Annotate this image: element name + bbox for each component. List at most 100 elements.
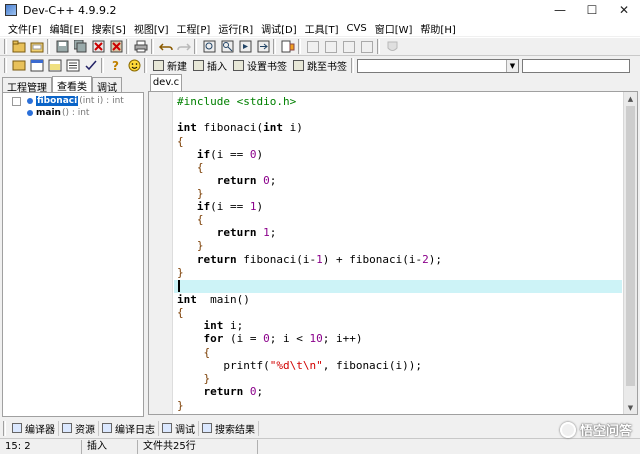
toolbar-separator bbox=[377, 39, 380, 54]
code-line: int i; bbox=[203, 319, 244, 332]
tab-compile-log[interactable]: 编译日志 bbox=[99, 420, 159, 436]
print-icon[interactable] bbox=[133, 39, 150, 55]
rebuild-icon[interactable] bbox=[359, 39, 376, 55]
save-all-icon[interactable] bbox=[72, 39, 89, 55]
line-count: 文件共25行 bbox=[138, 439, 258, 454]
view-icon[interactable] bbox=[29, 58, 46, 74]
debug-icon[interactable] bbox=[384, 39, 401, 55]
close-file-icon[interactable] bbox=[90, 39, 107, 55]
function-combo[interactable] bbox=[522, 58, 630, 73]
goto-bookmark-label: 跳至书签 bbox=[307, 62, 347, 73]
code-line: #include <stdio.h> bbox=[177, 95, 296, 108]
compiler-icon bbox=[12, 423, 22, 433]
new-button-label: 新建 bbox=[167, 62, 187, 73]
layout-icon[interactable] bbox=[47, 58, 64, 74]
goto-bookmark-button[interactable]: 跳至书签 bbox=[290, 58, 350, 74]
redo-icon[interactable] bbox=[176, 39, 193, 55]
insert-button[interactable]: 插入 bbox=[190, 58, 230, 74]
scroll-down-icon[interactable]: ▼ bbox=[624, 401, 637, 414]
menu-file[interactable]: 文件[F] bbox=[4, 21, 46, 36]
editor-tab-dev-c[interactable]: dev.c bbox=[150, 74, 182, 91]
tab-project-manager[interactable]: 工程管理 bbox=[2, 77, 52, 94]
toolbar-separator bbox=[351, 58, 354, 73]
close-project-icon[interactable] bbox=[108, 39, 125, 55]
code-line: } bbox=[177, 399, 184, 412]
goto-bookmark-icon bbox=[293, 60, 304, 71]
find-icon[interactable] bbox=[201, 39, 218, 55]
maximize-button[interactable]: ☐ bbox=[576, 0, 608, 20]
toolbar-grip[interactable] bbox=[4, 39, 7, 54]
menu-run[interactable]: 运行[R] bbox=[214, 21, 257, 36]
insert-mode: 插入 bbox=[82, 439, 138, 454]
watermark-text: 悟空问答 bbox=[579, 424, 632, 439]
toolbar-separator bbox=[273, 39, 276, 54]
compile-log-icon bbox=[102, 423, 112, 433]
code-editor[interactable]: #include <stdio.h> int fibonaci(int i) {… bbox=[148, 91, 638, 415]
tab-search-results[interactable]: 搜索结果 bbox=[199, 420, 259, 436]
main-toolbar bbox=[0, 37, 640, 56]
tab-class-view[interactable]: 查看类 bbox=[52, 76, 92, 93]
code-line: { bbox=[196, 161, 204, 174]
current-line-highlight bbox=[174, 280, 622, 293]
tab-debug[interactable]: 调试 bbox=[92, 77, 122, 94]
code-area[interactable]: #include <stdio.h> int fibonaci(int i) {… bbox=[174, 92, 622, 414]
code-line: return fibonaci(i-1) + fibonaci(i-2); bbox=[196, 253, 442, 266]
menu-edit[interactable]: 编辑[E] bbox=[46, 21, 88, 36]
tab-label: 编译日志 bbox=[115, 424, 155, 436]
compile-icon[interactable] bbox=[305, 39, 322, 55]
find-next-icon[interactable] bbox=[237, 39, 254, 55]
menu-help[interactable]: 帮助[H] bbox=[416, 21, 459, 36]
app-icon bbox=[5, 4, 17, 16]
chevron-down-icon[interactable]: ▼ bbox=[506, 59, 518, 72]
menu-view[interactable]: 视图[V] bbox=[130, 21, 173, 36]
replace-icon[interactable] bbox=[219, 39, 236, 55]
bookmark-icon bbox=[233, 60, 244, 71]
run-icon[interactable] bbox=[323, 39, 340, 55]
menu-project[interactable]: 工程[P] bbox=[173, 21, 215, 36]
vertical-scrollbar[interactable]: ▲ ▼ bbox=[623, 92, 637, 414]
menu-search[interactable]: 搜索[S] bbox=[88, 21, 130, 36]
tab-label: 编译器 bbox=[25, 424, 55, 436]
minimize-button[interactable]: — bbox=[544, 0, 576, 20]
left-panel-tabs: 工程管理 查看类 调试 bbox=[2, 76, 144, 94]
add-to-project-icon[interactable] bbox=[280, 39, 297, 55]
code-line: } bbox=[203, 372, 211, 385]
expand-box-icon[interactable] bbox=[12, 96, 21, 106]
undo-icon[interactable] bbox=[158, 39, 175, 55]
tab-label: 调试 bbox=[175, 424, 195, 436]
tree-node-main[interactable]: main () : int bbox=[12, 108, 89, 118]
toolbar-grip[interactable] bbox=[4, 58, 7, 73]
set-bookmark-button[interactable]: 设置书签 bbox=[230, 58, 290, 74]
check-icon[interactable] bbox=[83, 58, 100, 74]
save-icon[interactable] bbox=[54, 39, 71, 55]
tab-compiler[interactable]: 编译器 bbox=[9, 420, 59, 436]
code-line: return 0; bbox=[216, 174, 277, 187]
open-project-icon[interactable] bbox=[11, 39, 28, 55]
menu-window[interactable]: 窗口[W] bbox=[371, 21, 417, 36]
help-icon[interactable]: ? bbox=[108, 58, 125, 74]
class-browser: fibonaci (int i) : int main () : int bbox=[2, 92, 144, 417]
code-line: if(i == 0) bbox=[196, 148, 264, 161]
about-icon[interactable] bbox=[126, 58, 143, 74]
toolbar-grip[interactable] bbox=[3, 420, 6, 436]
scrollbar-thumb[interactable] bbox=[626, 106, 635, 386]
project-options-icon[interactable] bbox=[11, 58, 28, 74]
tab-resources[interactable]: 资源 bbox=[59, 420, 99, 436]
scroll-up-icon[interactable]: ▲ bbox=[624, 92, 637, 105]
close-button[interactable]: ✕ bbox=[608, 0, 640, 20]
compile-run-icon[interactable] bbox=[341, 39, 358, 55]
goto-line-icon[interactable] bbox=[255, 39, 272, 55]
code-line: { bbox=[196, 213, 204, 226]
list-icon[interactable] bbox=[65, 58, 82, 74]
code-line: { bbox=[203, 346, 211, 359]
open-file-icon[interactable] bbox=[29, 39, 46, 55]
new-button[interactable]: 新建 bbox=[150, 58, 190, 74]
tree-node-fibonaci[interactable]: fibonaci (int i) : int bbox=[12, 96, 124, 106]
line-gutter[interactable] bbox=[149, 92, 173, 414]
code-line: printf("%d\t\n", fibonaci(i)); bbox=[177, 359, 423, 372]
menu-tools[interactable]: 工具[T] bbox=[301, 21, 343, 36]
menu-cvs[interactable]: CVS bbox=[343, 23, 371, 34]
class-combo[interactable]: ▼ bbox=[357, 58, 519, 73]
tab-debug-output[interactable]: 调试 bbox=[159, 420, 199, 436]
menu-debug[interactable]: 调试[D] bbox=[257, 21, 301, 36]
